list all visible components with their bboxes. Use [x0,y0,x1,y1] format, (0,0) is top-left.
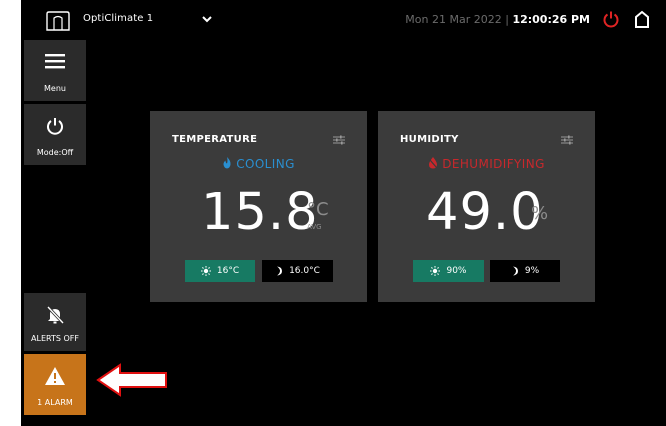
menu-label: Menu [44,84,66,93]
temperature-title: TEMPERATURE [172,134,258,145]
settings-sliders-icon[interactable] [333,135,345,145]
date-text: Mon 21 Mar 2022 | [405,13,509,26]
day-temperature-text: 16°C [216,266,240,276]
menu-button[interactable]: Menu [24,40,86,101]
power-icon[interactable] [602,10,620,28]
moon-icon [512,266,518,276]
humidity-title: HUMIDITY [400,134,459,145]
mode-label: Mode:Off [36,148,74,157]
alarm-button[interactable]: 1 ALARM [24,354,86,415]
chevron-down-icon[interactable] [201,14,213,24]
temperature-unit: °C [307,199,329,220]
humidity-value: 49.0 [426,183,544,242]
mode-button[interactable]: Mode:Off [24,104,86,165]
temperature-value: 15.8 [201,183,319,242]
day-temperature-setpoint[interactable]: 16°C [185,260,255,282]
humidity-panel: HUMIDITY DEHUMIDIFYING 49.0 % 90% 9% [378,111,595,302]
alerts-off-label: ALERTS OFF [31,334,79,343]
sun-icon [200,266,211,276]
power-icon [47,118,63,135]
alarm-label: 1 ALARM [37,398,73,407]
device-name[interactable]: OptiClimate 1 [83,13,153,24]
night-humidity-setpoint[interactable]: 9% [490,260,560,282]
dehumidifying-status-text: DEHUMIDIFYING [442,157,545,171]
alerts-off-button[interactable]: ALERTS OFF [24,293,86,351]
cooling-status: COOLING [150,157,367,171]
top-bar: OptiClimate 1 Mon 21 Mar 2022 | 12:00:26… [21,0,666,38]
average-label: AVG [307,223,322,231]
cooling-status-text: COOLING [236,157,295,171]
logo-icon [46,11,70,31]
bell-off-icon [46,305,65,325]
settings-sliders-icon[interactable] [561,135,573,145]
day-humidity-setpoint[interactable]: 90% [413,260,484,282]
night-temperature-text: 16.0°C [289,266,320,276]
warning-icon [45,367,65,385]
moon-icon [277,266,283,276]
night-temperature-setpoint[interactable]: 16.0°C [262,260,333,282]
humidity-unit: % [531,203,549,224]
day-humidity-text: 90% [446,266,467,276]
temperature-panel: TEMPERATURE COOLING 15.8 °C AVG 16°C 16.… [150,111,367,302]
night-humidity-text: 9% [524,266,540,276]
sun-icon [430,266,441,276]
red-arrow-annotation [96,363,167,397]
flame-icon [223,157,231,169]
date-time: Mon 21 Mar 2022 | 12:00:26 PM [405,13,590,26]
time-text: 12:00:26 PM [512,13,590,26]
home-icon[interactable] [634,10,650,28]
dehumidifying-status: DEHUMIDIFYING [378,157,595,171]
water-drop-icon [429,157,438,169]
hamburger-icon [45,54,65,69]
